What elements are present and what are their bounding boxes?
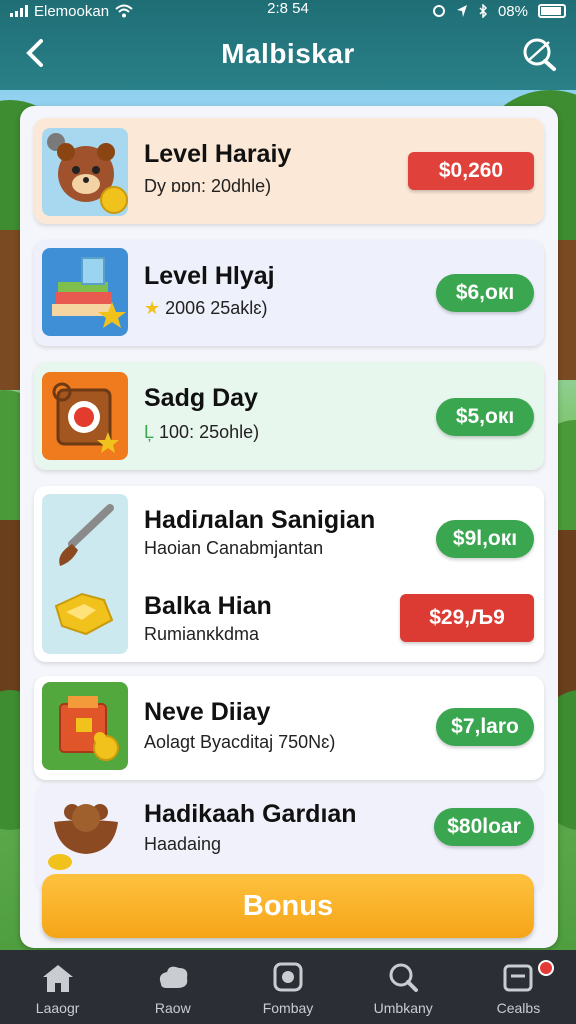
item-subtitle-text: 2006 25aklɛ) — [165, 298, 268, 318]
search-icon — [389, 963, 419, 992]
signal-icon — [10, 5, 28, 17]
carrier-name: Elemookan — [34, 2, 110, 20]
list-item[interactable]: Sadg Day Ļ 100: 25ohle) $5,oкı — [34, 362, 544, 470]
item-subtitle: Haoian Canabmjantan — [144, 538, 324, 558]
price-button[interactable]: $5,oкı — [436, 398, 534, 436]
item-subtitle: Aolagt Byacditaj 750Nɛ) — [144, 732, 336, 752]
item-title: Neve Diiay — [144, 698, 271, 726]
list-item[interactable]: Level Hlyaj ★ 2006 25aklɛ) $6,oкı — [34, 240, 544, 346]
cloud-hand-icon — [159, 966, 188, 988]
bear-face-icon — [42, 128, 128, 216]
battery-percent: 08% — [497, 2, 528, 20]
price-button[interactable]: $6,oкı — [436, 274, 534, 312]
tab-raow[interactable]: Raow — [115, 950, 230, 1024]
item-title: Sadg Day — [144, 384, 258, 412]
wifi-icon — [115, 4, 133, 18]
flag-icon: Ļ — [144, 422, 155, 442]
price-button[interactable]: $0,260 — [408, 152, 534, 190]
star-icon: ★ — [144, 298, 161, 318]
item-title: Hadikaah Gardıan — [144, 800, 357, 828]
item-subtitle: ★ 2006 25aklɛ) — [144, 298, 267, 319]
item-subtitle: Rumianĸkdma — [144, 624, 260, 644]
tab-label: Cealbs — [496, 1000, 541, 1016]
item-subtitle: Dy ɒɒn: 20dhle) — [144, 176, 272, 196]
price-button[interactable]: $9l,oкı — [436, 520, 534, 558]
item-subtitle-text: 100: 25ohle) — [159, 422, 260, 442]
page-title: Malbiskar — [221, 38, 355, 69]
status-bar: Elemookan 2:8 54 08% — [0, 0, 576, 22]
bluetooth-icon — [479, 4, 488, 18]
cart-icon — [503, 964, 533, 992]
tab-umbkany[interactable]: Umbkany — [346, 950, 461, 1024]
tab-label: Fombay — [262, 1000, 314, 1016]
target-box-icon — [42, 372, 128, 460]
cookie-bowl-icon — [42, 788, 128, 876]
tab-home[interactable]: Laaogr — [0, 950, 115, 1024]
battery-icon — [538, 4, 566, 18]
list-item-group: Hadiлalan Sanigian Haoian Canabmjantan $… — [34, 486, 544, 662]
tab-label: Raow — [154, 1000, 191, 1016]
paintbrush-icon — [42, 494, 128, 654]
item-subtitle: Ļ 100: 25ohle) — [144, 422, 259, 443]
alarm-icon — [432, 5, 445, 17]
bottom-tab-bar: Laaogr Raow Fombay Umbkany Cealbs — [0, 950, 576, 1024]
tab-label: Umbkany — [373, 1000, 433, 1016]
tab-fombay[interactable]: Fombay — [230, 950, 345, 1024]
list-item[interactable]: Level Haraiy Dy ɒɒn: 20dhle) $0,260 — [34, 118, 544, 224]
bonus-button[interactable]: Bonus — [42, 874, 534, 938]
price-button[interactable]: $80loar — [434, 808, 534, 846]
item-subtitle: Haadaing — [144, 834, 222, 854]
treasure-bag-icon — [42, 682, 128, 770]
top-bar: Elemookan 2:8 54 08% Malbiskar — [0, 0, 576, 90]
tab-label: Laaogr — [35, 1000, 80, 1016]
notification-badge — [538, 960, 555, 976]
item-title: Level Hlyaj — [144, 262, 275, 290]
shop-panel: Level Haraiy Dy ɒɒn: 20dhle) $0,260 Leve… — [20, 106, 558, 948]
location-icon — [456, 5, 467, 17]
books-icon — [42, 248, 128, 336]
item-title: Hadiлalan Sanigian — [144, 506, 376, 534]
price-button[interactable]: $29,Љ9 — [400, 594, 534, 642]
home-icon — [42, 965, 73, 992]
list-item[interactable]: Neve Diiay Aolagt Byacditaj 750Nɛ) $7,la… — [34, 676, 544, 780]
item-title: Balka Hian — [144, 592, 272, 620]
record-icon — [273, 962, 303, 992]
tab-cealbs[interactable]: Cealbs — [461, 950, 576, 1024]
price-button[interactable]: $7,laro — [436, 708, 534, 746]
search-button[interactable] — [520, 36, 560, 74]
search-icon — [523, 38, 556, 71]
item-title: Level Haraiy — [144, 140, 292, 168]
